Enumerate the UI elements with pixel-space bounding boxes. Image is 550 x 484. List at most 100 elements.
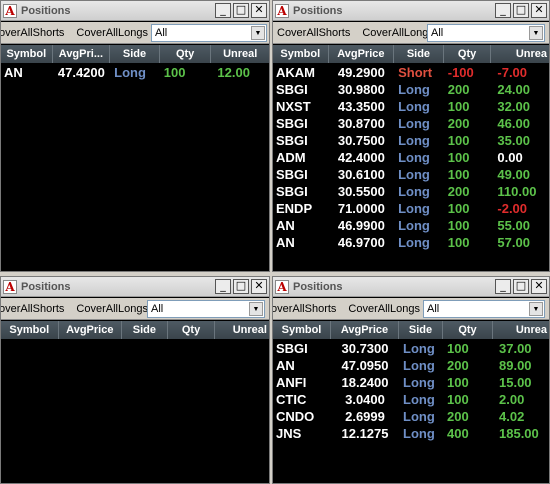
maximize-button[interactable]: □ <box>233 3 249 18</box>
column-header-unrealized[interactable]: Unreal <box>211 45 269 63</box>
column-header-avgprice[interactable]: AvgPrice <box>59 321 123 339</box>
column-header-unrealized[interactable]: Unrea <box>491 45 549 63</box>
table-row[interactable]: SBGI 30.7300 Long 100 37.00 <box>273 340 549 357</box>
maximize-button[interactable]: □ <box>233 279 249 294</box>
cover-all-longs-button[interactable]: CoverAllLongs <box>70 27 154 39</box>
avg-price-cell: 30.9800 <box>337 82 385 97</box>
table-row[interactable]: SBGI 30.8700 Long 200 46.00 <box>273 115 549 132</box>
chevron-down-icon[interactable]: ▼ <box>251 26 265 40</box>
avg-price-cell: 30.6100 <box>337 167 385 182</box>
minimize-button[interactable]: _ <box>495 3 511 18</box>
filter-select[interactable]: All ▼ <box>151 24 267 42</box>
app-logo-icon: A <box>275 3 289 18</box>
side-cell: Long <box>114 65 146 80</box>
cover-all-longs-button[interactable]: CoverAllLongs <box>342 303 426 315</box>
table-row[interactable]: CTIC 3.0400 Long 100 2.00 <box>273 391 549 408</box>
chevron-down-icon[interactable]: ▼ <box>529 302 543 316</box>
side-cell: Long <box>398 150 430 165</box>
cover-all-shorts-button[interactable]: overAllShorts <box>273 303 342 315</box>
column-header-qty[interactable]: Qty <box>168 321 216 339</box>
side-cell: Long <box>403 358 435 373</box>
close-button[interactable]: ✕ <box>251 3 267 18</box>
column-header-side[interactable]: Side <box>122 321 168 339</box>
chevron-down-icon[interactable]: ▼ <box>249 302 263 316</box>
symbol-cell: AKAM <box>276 65 315 80</box>
symbol-cell: AN <box>276 358 295 373</box>
symbol-cell: AN <box>276 235 295 250</box>
maximize-button[interactable]: □ <box>513 279 529 294</box>
avg-price-cell: 3.0400 <box>345 392 385 407</box>
qty-cell: -100 <box>447 65 474 80</box>
side-cell: Long <box>398 235 430 250</box>
qty-cell: 100 <box>447 375 469 390</box>
avg-price-cell: 30.7500 <box>337 133 385 148</box>
toolbar: overAllShorts CoverAllLongs All ▼ <box>1 22 269 44</box>
maximize-button[interactable]: □ <box>513 3 529 18</box>
minimize-button[interactable]: _ <box>215 3 231 18</box>
table-row[interactable]: AKAM 49.2900 Short -100 -7.00 <box>273 64 549 81</box>
cover-all-shorts-button[interactable]: overAllShorts <box>1 27 70 39</box>
title-bar[interactable]: A Positions _ □ ✕ <box>1 277 269 297</box>
filter-select[interactable]: All ▼ <box>427 24 545 42</box>
close-button[interactable]: ✕ <box>531 3 547 18</box>
side-cell: Long <box>398 167 430 182</box>
table-row[interactable]: AN 47.4200 Long 100 12.00 <box>1 64 269 81</box>
side-cell: Long <box>403 409 435 424</box>
avg-price-cell: 30.5500 <box>337 184 385 199</box>
cover-all-longs-button[interactable]: CoverAllLongs <box>70 303 154 315</box>
close-button[interactable]: ✕ <box>531 279 547 294</box>
filter-select[interactable]: All ▼ <box>423 300 545 318</box>
table-row[interactable]: ENDP 71.0000 Long 100 -2.00 <box>273 200 549 217</box>
unrealized-cell: 89.00 <box>499 358 532 373</box>
qty-cell: 100 <box>447 341 469 356</box>
column-header-side[interactable]: Side <box>110 45 160 63</box>
cover-all-shorts-button[interactable]: overAllShorts <box>1 303 70 315</box>
table-row[interactable]: NXST 43.3500 Long 100 32.00 <box>273 98 549 115</box>
qty-cell: 200 <box>447 358 469 373</box>
table-row[interactable]: SBGI 30.6100 Long 100 49.00 <box>273 166 549 183</box>
filter-select[interactable]: All ▼ <box>147 300 265 318</box>
title-bar[interactable]: A Positions _ □ ✕ <box>273 277 549 297</box>
column-header-unrealized[interactable]: Unrea <box>493 321 549 339</box>
window-title: Positions <box>21 4 71 17</box>
cover-all-shorts-button[interactable]: CoverAllShorts <box>273 27 356 39</box>
positions-window-bottom-right: A Positions _ □ ✕ overAllShorts CoverAll… <box>272 276 550 484</box>
column-header-symbol[interactable]: Symbol <box>273 45 329 63</box>
column-header-unrealized[interactable]: Unreal <box>215 321 269 339</box>
table-row[interactable]: JNS 12.1275 Long 400 185.00 <box>273 425 549 442</box>
table-row[interactable]: AN 46.9700 Long 100 57.00 <box>273 234 549 251</box>
toolbar: CoverAllShorts CoverAllLongs All ▼ <box>273 22 549 44</box>
minimize-button[interactable]: _ <box>215 279 231 294</box>
qty-cell: 100 <box>447 99 470 114</box>
window-title: Positions <box>293 4 343 17</box>
qty-cell: 100 <box>447 218 470 233</box>
table-row[interactable]: SBGI 30.5500 Long 200 110.00 <box>273 183 549 200</box>
table-row[interactable]: AN 47.0950 Long 200 89.00 <box>273 357 549 374</box>
table-row[interactable]: SBGI 30.9800 Long 200 24.00 <box>273 81 549 98</box>
avg-price-cell: 47.4200 <box>57 65 105 80</box>
chevron-down-icon[interactable]: ▼ <box>529 26 543 40</box>
table-row[interactable]: ADM 42.4000 Long 100 0.00 <box>273 149 549 166</box>
window-title: Positions <box>293 280 343 293</box>
column-header-avgprice[interactable]: AvgPrice <box>329 45 395 63</box>
column-header-side[interactable]: Side <box>399 321 443 339</box>
title-bar[interactable]: A Positions _ □ ✕ <box>273 1 549 21</box>
unrealized-cell: 15.00 <box>499 375 532 390</box>
column-header-qty[interactable]: Qty <box>444 45 492 63</box>
column-header-side[interactable]: Side <box>394 45 444 63</box>
symbol-cell: JNS <box>276 426 302 441</box>
column-header-symbol[interactable]: Symbol <box>1 321 59 339</box>
table-row[interactable]: CNDO 2.6999 Long 200 4.02 <box>273 408 549 425</box>
table-row[interactable]: AN 46.9900 Long 100 55.00 <box>273 217 549 234</box>
table-row[interactable]: SBGI 30.7500 Long 100 35.00 <box>273 132 549 149</box>
table-row[interactable]: ANFI 18.2400 Long 100 15.00 <box>273 374 549 391</box>
column-header-avgprice[interactable]: AvgPrice <box>331 321 399 339</box>
column-header-qty[interactable]: Qty <box>160 45 212 63</box>
column-header-symbol[interactable]: Symbol <box>1 45 53 63</box>
close-button[interactable]: ✕ <box>251 279 267 294</box>
column-header-avgprice[interactable]: AvgPri... <box>53 45 111 63</box>
column-header-qty[interactable]: Qty <box>443 321 493 339</box>
column-header-symbol[interactable]: Symbol <box>273 321 331 339</box>
title-bar[interactable]: A Positions _ □ ✕ <box>1 1 269 21</box>
minimize-button[interactable]: _ <box>495 279 511 294</box>
